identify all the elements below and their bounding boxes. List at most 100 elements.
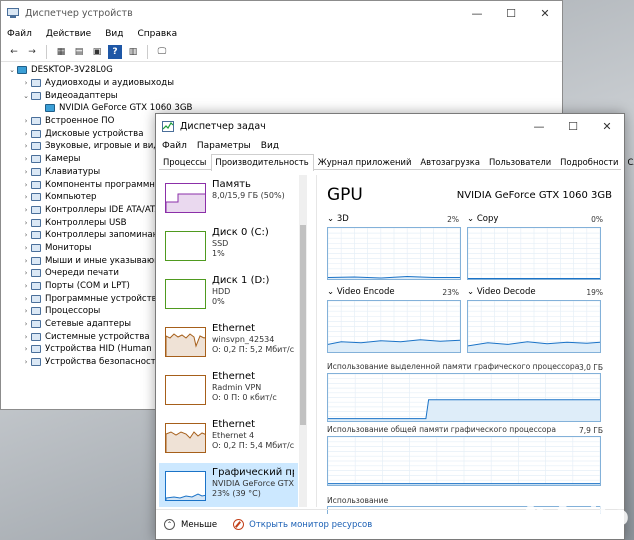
back-icon[interactable]: ← xyxy=(7,45,21,59)
resource-item[interactable]: Ethernet Ethernet 4 О: 0,2 П: 5,4 Мбит/с xyxy=(159,415,298,463)
scrollbar-thumb[interactable] xyxy=(300,225,306,425)
tree-item-label: Клавиатуры xyxy=(45,166,101,177)
tab-3[interactable]: Автозагрузка xyxy=(416,154,485,169)
chevron-right-icon[interactable]: › xyxy=(21,320,31,328)
tree-item-label: Аудиовходы и аудиовыходы xyxy=(45,78,174,89)
task-manager-window[interactable]: Диспетчер задач — ☐ ✕ Файл Параметры Вид… xyxy=(155,113,634,540)
chevron-right-icon[interactable]: › xyxy=(21,307,31,315)
resource-text: Ethernet Radmin VPN О: 0 П: 0 кбит/с xyxy=(212,371,294,403)
fewer-details-link[interactable]: Меньше xyxy=(181,520,217,530)
device-category-icon xyxy=(31,218,41,227)
chevron-down-icon[interactable]: ⌄ xyxy=(7,66,17,74)
resource-detail: Ethernet 4 xyxy=(212,431,255,440)
device-category-icon xyxy=(31,307,41,316)
chevron-right-icon[interactable]: › xyxy=(21,181,31,189)
menu-view[interactable]: Вид xyxy=(105,29,123,39)
tree-item[interactable]: ⌄ Видеоадаптеры xyxy=(1,89,562,102)
chevron-down-icon[interactable]: ⌄ xyxy=(21,92,31,100)
resource-item[interactable]: Ethernet Radmin VPN О: 0 П: 0 кбит/с xyxy=(159,367,298,415)
properties-grid-icon[interactable]: ▦ xyxy=(54,45,68,59)
chevron-right-icon[interactable]: › xyxy=(21,257,31,265)
chevron-right-icon[interactable]: › xyxy=(21,345,31,353)
tree-item-label: Мыши и иные указывающ xyxy=(45,255,163,266)
toolbar-separator xyxy=(147,44,148,59)
tree-root[interactable]: ⌄ DESKTOP-3V28L0G xyxy=(1,64,562,77)
engine-selector-copy[interactable]: ⌄ Copy xyxy=(467,214,498,224)
tab-6[interactable]: Службы xyxy=(624,154,634,169)
maximize-button[interactable]: ☐ xyxy=(556,114,590,139)
tab-1[interactable]: Производительность xyxy=(211,154,314,171)
help-icon[interactable]: ? xyxy=(108,44,122,59)
engine-selector-3d[interactable]: ⌄ 3D xyxy=(327,214,349,224)
resource-item[interactable]: Графический пр NVIDIA GeForce GTX 23% (39 … xyxy=(159,463,298,507)
chevron-right-icon[interactable]: › xyxy=(21,130,31,138)
tab-0[interactable]: Процессы xyxy=(159,154,211,169)
chevron-right-icon[interactable]: › xyxy=(21,219,31,227)
chevron-right-icon[interactable]: › xyxy=(21,333,31,341)
minimize-button[interactable]: — xyxy=(522,114,556,139)
resource-list-scrollbar[interactable] xyxy=(299,175,307,507)
menu-action[interactable]: Действие xyxy=(46,29,91,39)
close-button[interactable]: ✕ xyxy=(590,114,624,139)
close-button[interactable]: ✕ xyxy=(528,1,562,26)
scan-hardware-icon[interactable]: 🖵 xyxy=(155,45,169,59)
forward-icon[interactable]: → xyxy=(25,45,39,59)
chevron-up-icon[interactable]: ⌃ xyxy=(164,519,175,530)
resource-name: Ethernet xyxy=(212,419,256,430)
engine-selector-video-decode[interactable]: ⌄ Video Decode xyxy=(467,287,536,297)
tree-item-label: Сетевые адаптеры xyxy=(45,319,132,330)
tree-item-label: Компьютер xyxy=(45,192,97,203)
engine-selector-video-encode[interactable]: ⌄ Video Encode xyxy=(327,287,395,297)
engine-percent-3d: 2% xyxy=(447,215,459,224)
minimize-button[interactable]: — xyxy=(460,1,494,26)
resource-item[interactable]: Ethernet winsvpn_42534 О: 0,2 П: 5,2 Мбит/… xyxy=(159,319,298,367)
menu-file[interactable]: Файл xyxy=(162,141,187,151)
task-manager-titlebar[interactable]: Диспетчер задач — ☐ ✕ xyxy=(156,114,624,138)
chevron-right-icon[interactable]: › xyxy=(21,117,31,125)
resource-monitor-icon xyxy=(233,519,245,530)
menu-options[interactable]: Параметры xyxy=(197,141,251,151)
chevron-right-icon[interactable]: › xyxy=(21,358,31,366)
resource-thumbnail-graph xyxy=(165,327,206,357)
resource-item[interactable]: Диск 1 (D:) HDD 0% xyxy=(159,271,298,319)
tree-item-label: Встроенное ПО xyxy=(45,116,115,127)
resource-text: Диск 0 (C:) SSD 1% xyxy=(212,227,294,259)
chevron-right-icon[interactable]: › xyxy=(21,142,31,150)
list-icon[interactable]: ▤ xyxy=(72,45,86,59)
graph-copy xyxy=(467,227,601,280)
device-category-icon xyxy=(31,294,41,303)
tab-5[interactable]: Подробности xyxy=(556,154,623,169)
chevron-right-icon[interactable]: › xyxy=(21,282,31,290)
view-icon[interactable]: ▥ xyxy=(126,45,140,59)
resource-thumbnail-graph xyxy=(165,279,206,309)
chevron-right-icon[interactable]: › xyxy=(21,295,31,303)
gpu-model: NVIDIA GeForce GTX 1060 3GB xyxy=(456,190,612,201)
device-category-icon xyxy=(31,320,41,329)
chevron-right-icon[interactable]: › xyxy=(21,168,31,176)
menu-file[interactable]: Файл xyxy=(7,29,32,39)
avito-logo-icon xyxy=(525,504,548,527)
chevron-right-icon[interactable]: › xyxy=(21,231,31,239)
menu-help[interactable]: Справка xyxy=(137,29,177,39)
tab-4[interactable]: Пользователи xyxy=(485,154,556,169)
avito-watermark: Avito xyxy=(525,499,629,532)
device-manager-titlebar[interactable]: Диспетчер устройств — ☐ ✕ xyxy=(1,1,562,26)
menu-view[interactable]: Вид xyxy=(261,141,279,151)
chevron-right-icon[interactable]: › xyxy=(21,79,31,87)
open-resource-monitor-link[interactable]: Открыть монитор ресурсов xyxy=(249,520,372,530)
tree-item[interactable]: › Аудиовходы и аудиовыходы xyxy=(1,77,562,90)
chevron-right-icon[interactable]: › xyxy=(21,193,31,201)
resource-thumbnail-graph xyxy=(165,471,206,501)
chevron-right-icon[interactable]: › xyxy=(21,155,31,163)
device-manager-menubar: Файл Действие Вид Справка xyxy=(1,26,562,42)
chevron-right-icon[interactable]: › xyxy=(21,269,31,277)
maximize-button[interactable]: ☐ xyxy=(494,1,528,26)
properties-icon[interactable]: ▣ xyxy=(90,45,104,59)
resource-item[interactable]: Диск 0 (C:) SSD 1% xyxy=(159,223,298,271)
chevron-right-icon[interactable]: › xyxy=(21,244,31,252)
chevron-right-icon[interactable]: › xyxy=(21,206,31,214)
resource-list[interactable]: Память 8,0/15,9 ГБ (50%) Диск 0 (C:) SSD 1% Д… xyxy=(159,175,298,507)
resource-item[interactable]: Память 8,0/15,9 ГБ (50%) xyxy=(159,175,298,223)
tree-item-label: Камеры xyxy=(45,154,81,165)
tab-2[interactable]: Журнал приложений xyxy=(314,154,417,169)
